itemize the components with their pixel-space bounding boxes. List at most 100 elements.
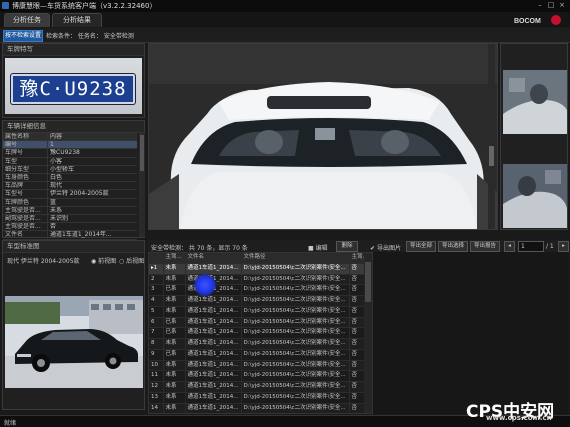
- table-row[interactable]: ▸1 未系 通道1车道1_2014... D:\yjd-20150504\c二次识别案…: [149, 263, 371, 275]
- model-name: 现代 伊兰特 2004-2005款: [7, 258, 80, 265]
- cell: 通道1车道1_2014...: [185, 349, 242, 361]
- prev-page-icon[interactable]: ◂: [504, 241, 515, 252]
- next-page-icon[interactable]: ▸: [558, 241, 569, 252]
- panel-title: 车牌特写: [3, 44, 144, 56]
- delete-button[interactable]: 删除: [336, 241, 358, 252]
- cell: 未系: [163, 274, 186, 286]
- table-row[interactable]: 3已系通道1车道1_2014...D:\yjd-20150504\c二次识别案件…: [149, 284, 371, 296]
- cell: 未系: [163, 392, 186, 404]
- prop-value: 蓝: [47, 198, 137, 207]
- cell: 通道1车道1_2014...: [185, 317, 242, 329]
- prop-key: 编号: [3, 140, 48, 150]
- image-scrollbar[interactable]: [488, 44, 495, 229]
- row-index: 12: [149, 381, 164, 393]
- table-row[interactable]: 14 未系 通道1车道1_2014... D:\yjd-20150504\c二次识别案…: [149, 403, 371, 413]
- panel-title: 车型标准图: [3, 241, 144, 253]
- table-row[interactable]: 车牌颜色蓝: [3, 198, 137, 207]
- tab-analysis-results[interactable]: 分析结果: [52, 13, 102, 27]
- front-view-radio[interactable]: ◉ 前视图: [91, 256, 116, 265]
- prop-key: 主驾驶是否...: [3, 222, 48, 232]
- prop-key: 车牌颜色: [3, 198, 48, 207]
- prop-key: 文件名: [3, 230, 48, 240]
- page-input[interactable]: 1: [518, 241, 544, 252]
- cell: 已系: [163, 327, 186, 339]
- thumbnail-driver[interactable]: [503, 70, 567, 134]
- cell: 通道1车道1_2014...: [185, 295, 242, 307]
- cell: 已系: [163, 349, 186, 361]
- col-driver-belt[interactable]: 主驾...: [163, 253, 186, 264]
- minimize-button[interactable]: –: [535, 1, 545, 10]
- row-index: 14: [149, 403, 164, 413]
- cell: 未系: [163, 306, 186, 318]
- main-capture-image[interactable]: [148, 43, 498, 230]
- vehicle-detail-panel: 车辆详细信息 属性名称 内容 编号 1 车牌号 豫CU9238 车型 小客 细分车型小…: [2, 120, 145, 240]
- close-button[interactable]: ×: [557, 1, 567, 10]
- edit-checkbox[interactable]: ■ 编辑: [308, 243, 328, 252]
- plate-closeup-panel: 车牌特写 豫C·U9238: [2, 43, 145, 118]
- thumbnail-passenger[interactable]: [503, 164, 567, 228]
- table-row[interactable]: 7 已系 通道1车道1_2014... D:\yjd-20150504\c二次识别案件…: [149, 327, 371, 339]
- col-filename[interactable]: 文件名: [185, 253, 242, 264]
- cell: 通道1车道1_2014...: [185, 263, 242, 275]
- empty-area: [373, 252, 568, 414]
- tab-analysis-tasks[interactable]: 分析任务: [4, 13, 50, 27]
- table-row[interactable]: 8 未系 通道1车道1_2014... D:\yjd-20150504\c二次识别案件…: [149, 338, 371, 350]
- row-index: 5: [149, 306, 164, 318]
- col-filepath[interactable]: 文件路径: [241, 253, 350, 264]
- table-row[interactable]: 主驾驶是否... 否: [3, 222, 137, 232]
- table-row[interactable]: 编号 1: [3, 140, 137, 150]
- col-index[interactable]: [149, 253, 164, 264]
- prop-value: 豫CU9238: [47, 148, 137, 158]
- checkbox-icon: ■: [308, 245, 314, 252]
- cell: 已系: [163, 284, 186, 296]
- logo-text: BOCOM: [514, 18, 541, 25]
- rear-view-radio[interactable]: ○ 后视图: [119, 256, 144, 265]
- table-row[interactable]: 主驾驶是否... 未系: [3, 206, 137, 216]
- export-all-button[interactable]: 导出全部: [406, 241, 436, 252]
- cell: D:\yjd-20150504\c二次识别案件\安全...: [241, 317, 350, 329]
- cell: 未系: [163, 381, 186, 393]
- row-index: 9: [149, 349, 164, 361]
- table-row[interactable]: 9 已系 通道1车道1_2014... D:\yjd-20150504\c二次识别案件…: [149, 349, 371, 361]
- click-indicator: [194, 274, 216, 296]
- detail-scroll-thumb[interactable]: [140, 135, 144, 171]
- table-row[interactable]: 5 未系 通道1车道1_2014... D:\yjd-20150504\c二次识别案件…: [149, 306, 371, 318]
- header-key: 属性名称: [3, 133, 48, 142]
- table-row[interactable]: 12 未系 通道1车道1_2014... D:\yjd-20150504\c二次识别案…: [149, 381, 371, 393]
- table-row[interactable]: 车品牌 现代: [3, 181, 137, 191]
- row-index: 10: [149, 360, 164, 372]
- export-report-button[interactable]: 导出报告: [470, 241, 500, 252]
- row-index: ▸1: [149, 263, 164, 275]
- plate-image: 豫C·U9238: [5, 58, 142, 114]
- table-row[interactable]: 副驾驶是否... 未识别: [3, 214, 137, 224]
- table-row[interactable]: 细分车型 小型轿车: [3, 165, 137, 175]
- license-plate: 豫C·U9238: [11, 74, 135, 104]
- radio-unchecked-icon: ○: [119, 258, 125, 265]
- table-row[interactable]: 10 未系 通道1车道1_2014... D:\yjd-20150504\c二次识别案…: [149, 360, 371, 372]
- table-header: 属性名称 内容: [3, 133, 137, 142]
- maximize-button[interactable]: □: [546, 1, 556, 10]
- bocom-logo: BOCOM: [514, 15, 561, 25]
- header-value: 内容: [47, 133, 137, 142]
- cell: 未系: [163, 263, 186, 275]
- table-row[interactable]: 文件名 通道1车道1_2014年...: [3, 230, 137, 240]
- prop-key: 车型号: [3, 189, 48, 199]
- table-row[interactable]: 6 已系 通道1车道1_2014... D:\yjd-20150504\c二次识别案件…: [149, 317, 371, 329]
- export-selected-button[interactable]: 导出选择: [438, 241, 468, 252]
- image-scroll-thumb[interactable]: [489, 146, 494, 166]
- table-row[interactable]: 4 未系 通道1车道1_2014... D:\yjd-20150504\c二次识别案件…: [149, 295, 371, 307]
- cell: D:\yjd-20150504\c二次识别案件\安全...: [241, 263, 350, 275]
- table-row[interactable]: 13 未系 通道1车道1_2014... D:\yjd-20150504\c二次识别案…: [149, 392, 371, 404]
- table-row[interactable]: 车型 小客: [3, 157, 137, 166]
- table-row[interactable]: 车身颜色 白色: [3, 173, 137, 183]
- cell: 通道1车道1_2014...: [185, 403, 242, 413]
- table-row[interactable]: 11 未系 通道1车道1_2014... D:\yjd-20150504\c二次识别案…: [149, 370, 371, 382]
- table-row[interactable]: 2未系通道1车道1_2014...D:\yjd-20150504\c二次识别案件…: [149, 274, 371, 286]
- filter-settings-button[interactable]: 按不检索设置: [3, 30, 43, 42]
- table-row[interactable]: 车型号 伊兰特 2004-2005款: [3, 189, 137, 199]
- app-title: 博康慧眼—车货系统客户端（v3.2.2.32460）: [12, 2, 157, 10]
- export-images-checkbox[interactable]: ✔ 导出图片: [370, 243, 401, 252]
- table-row[interactable]: 车牌号 豫CU9238: [3, 148, 137, 158]
- prop-key: 车牌号: [3, 148, 48, 158]
- results-scroll-thumb[interactable]: [365, 262, 371, 302]
